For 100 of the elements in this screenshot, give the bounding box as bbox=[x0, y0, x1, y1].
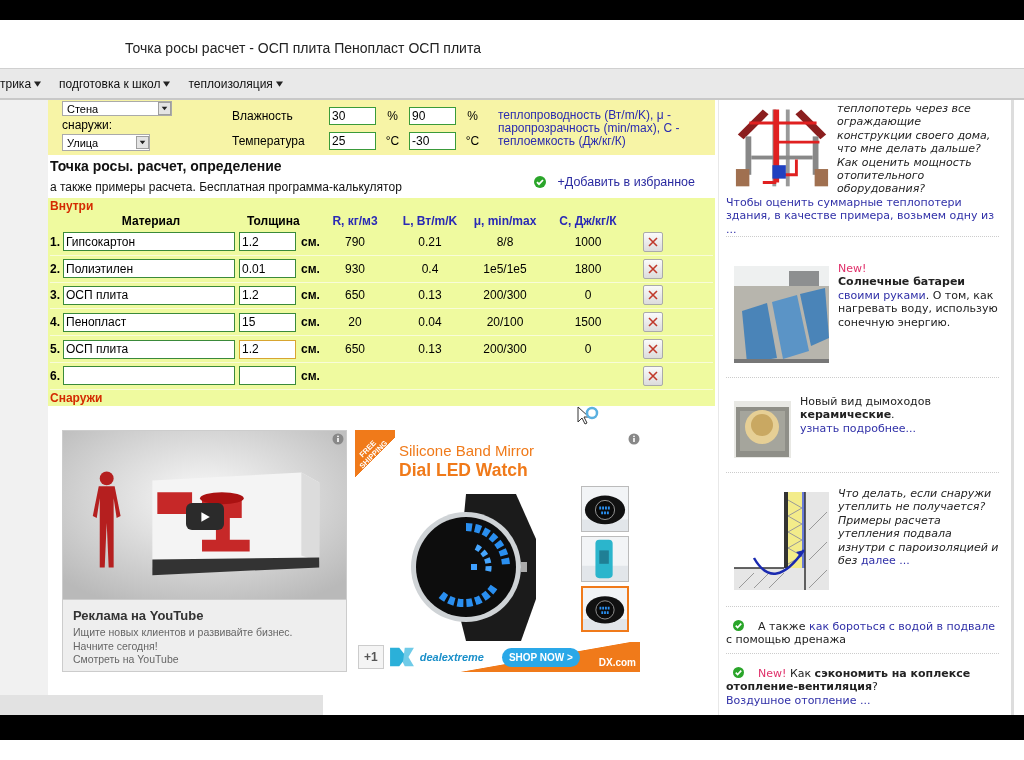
delete-button[interactable] bbox=[643, 365, 663, 386]
logo-icon bbox=[387, 646, 416, 668]
input-field[interactable]: 1.2 bbox=[239, 232, 296, 252]
legend-text: теплопроводность (Вт/m/K), μ - паропрозрачность (min/max), С - теплоемкость (Дж/кг/К) bbox=[498, 109, 681, 150]
article-link[interactable]: узнать подробнее... bbox=[800, 421, 916, 436]
article-teaser: А также как бороться с водой в подвале с помощью дренажа bbox=[726, 620, 997, 647]
delete-button[interactable] bbox=[643, 339, 663, 360]
table-cell-text: 0.13 bbox=[417, 288, 443, 303]
unit-label: % bbox=[466, 109, 479, 123]
caret-icon bbox=[163, 80, 171, 87]
caret-icon bbox=[158, 102, 171, 115]
thumbnail[interactable] bbox=[581, 486, 629, 532]
input-field[interactable]: 0.01 bbox=[239, 259, 296, 279]
table-cell-text: 0.13 bbox=[417, 342, 443, 357]
unit-label: см. bbox=[300, 315, 320, 330]
thumbnail[interactable] bbox=[581, 586, 629, 632]
column-header: Толщина bbox=[246, 214, 301, 228]
menu-item[interactable]: теплоизоляция bbox=[188, 76, 283, 91]
ad-title: Silicone Band Mirror bbox=[399, 442, 535, 460]
play-icon bbox=[199, 510, 211, 523]
section-label: Снаружи bbox=[50, 389, 104, 405]
caret-icon bbox=[275, 80, 283, 87]
table-cell-text: 0.04 bbox=[417, 315, 443, 330]
table-cell-text: 790 bbox=[344, 234, 366, 249]
article-link[interactable]: Воздушное отопление ... bbox=[726, 693, 871, 707]
dropdown[interactable]: Улица bbox=[62, 134, 150, 151]
delete-button[interactable] bbox=[643, 258, 663, 279]
input-field[interactable]: 25 bbox=[329, 132, 376, 150]
input-field[interactable] bbox=[239, 366, 296, 386]
scrollbar[interactable] bbox=[0, 695, 323, 715]
thumbnail[interactable] bbox=[581, 536, 629, 582]
check-icon bbox=[733, 667, 744, 678]
close-icon bbox=[648, 344, 658, 355]
input-field[interactable]: ОСП плита bbox=[63, 339, 235, 359]
unit-label: °C bbox=[384, 134, 401, 148]
subtitle: а также примеры расчета. Бесплатная программа-калькулятор bbox=[50, 179, 402, 196]
unit-label: см. bbox=[300, 342, 320, 357]
field-label: снаружи: bbox=[62, 117, 114, 133]
close-icon bbox=[648, 317, 658, 328]
unit-label: см. bbox=[300, 368, 320, 383]
close-icon bbox=[648, 236, 658, 247]
menu-item[interactable]: подготовка к школ bbox=[59, 76, 171, 91]
ad-link[interactable]: Смотреть на YouTube bbox=[73, 653, 336, 667]
input-field[interactable]: ОСП плита bbox=[63, 286, 235, 305]
input-field[interactable] bbox=[63, 366, 235, 386]
check-icon bbox=[733, 620, 744, 631]
unit-label: °C bbox=[464, 134, 481, 148]
table-cell-text: 0.4 bbox=[420, 261, 440, 276]
page-heading: Точка росы. расчет, определение bbox=[50, 157, 283, 175]
article-teaser: Новый вид дымоходов керамические. bbox=[800, 395, 932, 422]
table-cell-text: 200/300 bbox=[482, 342, 528, 357]
input-field[interactable]: -30 bbox=[409, 132, 456, 150]
column-header: μ, min/max bbox=[472, 214, 538, 228]
table-cell-text: 650 bbox=[344, 288, 366, 303]
column-header: L, Вт/m/K bbox=[401, 214, 459, 228]
ad-title: Dial LED Watch bbox=[399, 460, 529, 481]
row-number: 1. bbox=[50, 234, 61, 249]
article-teaser: теплопотерь через все ограждающие конструкции своего дома, что мне делать дальше? Как оценить мощность отопительного оборудования? bbox=[837, 102, 992, 196]
input-field[interactable]: Пенопласт bbox=[63, 312, 235, 332]
field-label: Температура bbox=[232, 134, 306, 148]
table-cell-text: 1800 bbox=[573, 261, 603, 276]
input-field[interactable]: 90 bbox=[409, 107, 456, 125]
table-cell-text: 0 bbox=[583, 342, 593, 357]
caret-icon bbox=[136, 136, 149, 149]
delete-button[interactable] bbox=[643, 312, 663, 333]
article-link[interactable]: далее ... bbox=[860, 554, 910, 568]
ad-text: Начните сегодня! bbox=[73, 639, 159, 653]
table-cell-text: 20 bbox=[347, 315, 363, 330]
article-link[interactable]: как бороться с водой в подвале bbox=[809, 620, 996, 633]
input-field[interactable]: 1.2 bbox=[239, 339, 296, 359]
article-link[interactable]: своими руками bbox=[838, 288, 926, 302]
input-field[interactable]: 1.2 bbox=[239, 286, 296, 305]
close-icon bbox=[648, 370, 658, 381]
row-number: 6. bbox=[50, 368, 61, 383]
table-cell-text: 200/300 bbox=[482, 288, 528, 303]
input-field[interactable]: Полиэтилен bbox=[63, 259, 235, 279]
delete-button[interactable] bbox=[643, 285, 663, 306]
article-title: Солнечные батареи bbox=[838, 275, 966, 289]
table-cell-text: 1000 bbox=[573, 234, 603, 249]
play-button[interactable] bbox=[186, 503, 224, 530]
dropdown[interactable]: Стена bbox=[62, 101, 172, 116]
page-title: Точка росы расчет - ОСП плита Пенопласт ОСП плита bbox=[125, 40, 481, 56]
close-icon bbox=[648, 290, 658, 301]
plus-one-button[interactable]: +1 bbox=[358, 645, 384, 669]
table-cell-text: 1500 bbox=[573, 315, 603, 330]
table-cell-text: 650 bbox=[344, 342, 366, 357]
input-field[interactable]: 15 bbox=[239, 312, 296, 332]
delete-button[interactable] bbox=[643, 231, 663, 252]
menu-item[interactable]: трика bbox=[0, 76, 42, 91]
info-icon[interactable] bbox=[332, 433, 344, 445]
input-field[interactable]: Гипсокартон bbox=[63, 232, 235, 252]
unit-label: см. bbox=[300, 261, 320, 276]
caret-icon bbox=[34, 80, 42, 87]
article-link[interactable]: Чтобы оценить суммарные теплопотери здания, в качестве примера, возьмем одну из ... bbox=[726, 195, 999, 236]
table-cell-text: 930 bbox=[344, 261, 366, 276]
info-icon[interactable] bbox=[628, 433, 640, 445]
add-favorite-link[interactable]: +Добавить в избранное bbox=[557, 175, 695, 189]
row-number: 3. bbox=[50, 288, 61, 303]
input-field[interactable]: 30 bbox=[329, 107, 376, 125]
row-number: 5. bbox=[50, 342, 61, 357]
